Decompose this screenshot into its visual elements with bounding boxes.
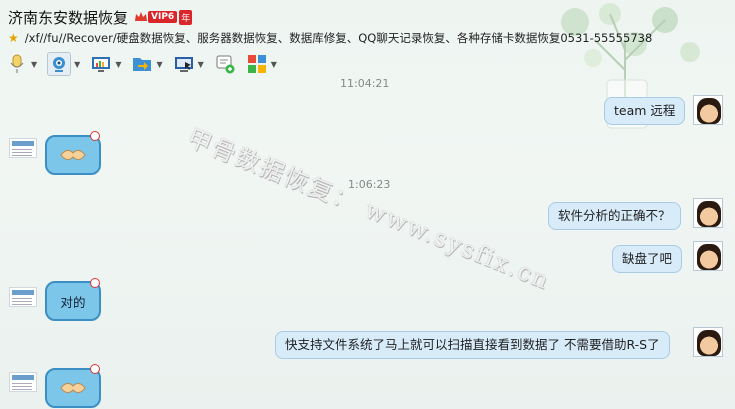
chevron-down-icon[interactable]: ▼: [74, 60, 80, 69]
apps-icon: [246, 53, 268, 75]
message-bubble-outgoing[interactable]: 缺盘了吧: [612, 245, 683, 273]
qq-penguin-icon: [90, 131, 100, 141]
send-file-button[interactable]: ▼: [131, 53, 163, 75]
signature-row: ★ /xf//fu//Recover/硬盘数据恢复、服务器数据恢复、数据库修复、…: [8, 30, 652, 46]
star-icon[interactable]: ★: [8, 31, 19, 45]
message-add-icon: [214, 53, 236, 75]
remote-desktop-icon: [173, 53, 195, 75]
chevron-down-icon[interactable]: ▼: [198, 60, 204, 69]
apps-button[interactable]: ▼: [246, 53, 277, 75]
new-message-button[interactable]: [214, 53, 236, 75]
handshake-icon: [60, 382, 86, 394]
screen-share-icon: [90, 53, 112, 75]
message-bubble-outgoing[interactable]: team 远程: [604, 97, 686, 125]
contact-avatar-thumbnail[interactable]: [9, 138, 37, 158]
contact-avatar-thumbnail[interactable]: [9, 287, 37, 307]
avatar[interactable]: [693, 327, 723, 357]
chat-toolbar: ▼ ▼ ▼ ▼ ▼ ▼: [6, 50, 287, 78]
video-call-button[interactable]: ▼: [47, 52, 80, 76]
qq-penguin-icon: [90, 364, 100, 374]
vip-badge: VIP6: [148, 11, 178, 23]
handshake-sticker[interactable]: [45, 135, 101, 175]
avatar[interactable]: [693, 95, 723, 125]
vip-indicator[interactable]: VIP6 年: [134, 9, 193, 25]
chevron-down-icon[interactable]: ▼: [115, 60, 121, 69]
title-row: 济南东安数据恢复 VIP6 年: [8, 6, 193, 28]
chevron-down-icon[interactable]: ▼: [271, 60, 277, 69]
message-timestamp: 11:04:21: [340, 77, 390, 90]
chat-header: 济南东安数据恢复 VIP6 年 ★ /xf//fu//Recover/硬盘数据恢…: [0, 0, 735, 82]
handshake-icon: [60, 149, 86, 161]
qq-penguin-icon: [90, 278, 100, 288]
message-bubble-outgoing[interactable]: 快支持文件系统了马上就可以扫描直接看到数据了 不需要借助R-S了: [275, 331, 670, 359]
vip-year-badge: 年: [179, 9, 193, 25]
camera-icon: [47, 52, 72, 76]
contact-signature: /xf//fu//Recover/硬盘数据恢复、服务器数据恢复、数据库修复、QQ…: [24, 31, 653, 45]
microphone-icon: [6, 53, 28, 75]
avatar[interactable]: [693, 198, 723, 228]
message-text: 对的: [60, 294, 86, 310]
contact-avatar-thumbnail[interactable]: [9, 372, 37, 392]
send-file-icon: [131, 53, 153, 75]
screen-share-button[interactable]: ▼: [90, 53, 121, 75]
watermark-text: 甲骨数据恢复： www.sysfix.cn: [183, 123, 555, 296]
remote-desktop-button[interactable]: ▼: [173, 53, 204, 75]
contact-title[interactable]: 济南东安数据恢复: [8, 7, 128, 28]
avatar[interactable]: [693, 241, 723, 271]
chevron-down-icon[interactable]: ▼: [31, 60, 37, 69]
handshake-sticker[interactable]: [45, 368, 101, 408]
crown-icon: [135, 12, 148, 21]
voice-call-button[interactable]: ▼: [6, 53, 37, 75]
chevron-down-icon[interactable]: ▼: [156, 60, 162, 69]
message-bubble-outgoing[interactable]: 软件分析的正确不？: [548, 202, 681, 230]
